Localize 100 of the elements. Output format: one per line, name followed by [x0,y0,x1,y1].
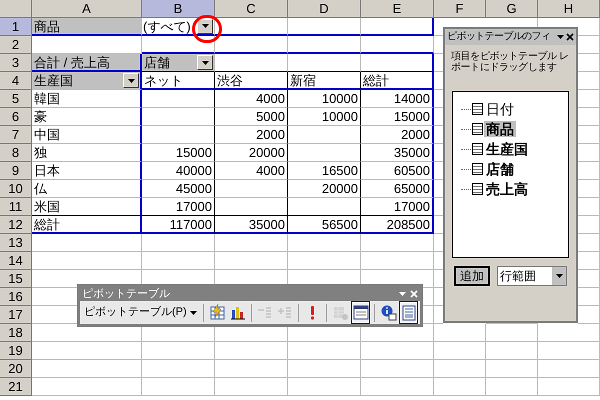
row-header[interactable]: 6 [0,108,32,126]
row-header[interactable]: 12 [0,216,32,234]
table-cell[interactable]: 20000 [215,144,288,162]
table-cell[interactable]: 60500 [361,162,434,180]
table-cell[interactable]: 豪 [32,108,142,126]
table-cell[interactable]: 117000 [142,216,215,234]
table-cell[interactable]: 5000 [215,108,288,126]
empty-cell[interactable] [142,126,215,144]
dropdown-icon[interactable] [552,267,566,285]
table-cell[interactable]: 208500 [361,216,434,234]
row-header[interactable]: 18 [0,324,32,342]
row-header[interactable]: 17 [0,306,32,324]
field-item[interactable]: 日付 [484,101,516,117]
empty-cell[interactable] [142,108,215,126]
field-item[interactable]: 商品 [484,121,516,137]
dropdown-button[interactable] [197,18,213,34]
row-header[interactable]: 16 [0,288,32,306]
add-button[interactable]: 追加 [454,266,490,286]
table-cell[interactable]: 20000 [288,180,361,198]
select-all-button[interactable] [0,0,32,18]
row-header[interactable]: 21 [0,378,32,396]
table-cell[interactable]: 合計 / 売上高 [32,54,142,72]
table-cell[interactable]: 10000 [288,108,361,126]
table-cell[interactable]: 35000 [361,144,434,162]
column-header[interactable]: D [288,0,361,18]
table-cell[interactable]: 韓国 [32,90,142,108]
empty-cell[interactable] [215,180,288,198]
list-window-icon[interactable] [351,301,370,324]
empty-cell[interactable] [361,54,434,72]
area-dropdown[interactable]: 行範囲 [497,266,567,286]
table-cell[interactable]: 4000 [215,162,288,180]
row-header[interactable]: 15 [0,270,32,288]
row-header[interactable]: 14 [0,252,32,270]
table-cell[interactable]: 新宿 [288,72,361,90]
table-cell[interactable]: ネット [142,72,215,90]
table-cell[interactable]: 日本 [32,162,142,180]
caret-icon [190,310,197,314]
table-cell[interactable]: 45000 [142,180,215,198]
table-cell[interactable]: 総計 [32,216,142,234]
empty-cell[interactable] [288,126,361,144]
row-header[interactable]: 8 [0,144,32,162]
table-cell[interactable]: 商品 [32,18,142,36]
row-header[interactable]: 5 [0,90,32,108]
column-header[interactable]: G [486,0,538,18]
column-header[interactable]: B [142,0,215,18]
row-header[interactable]: 2 [0,36,32,54]
table-cell[interactable]: 渋谷 [215,72,288,90]
row-header[interactable]: 4 [0,72,32,90]
table-cell[interactable]: 10000 [288,90,361,108]
document-icon[interactable] [398,301,418,324]
table-cell[interactable]: 4000 [215,90,288,108]
row-header[interactable]: 3 [0,54,32,72]
field-item[interactable]: 生産国 [484,141,530,157]
pivot-menu[interactable]: ピボットテーブル(P) [82,302,199,322]
empty-cell[interactable] [215,198,288,216]
table-cell[interactable]: 16500 [288,162,361,180]
row-header[interactable]: 1 [0,18,32,36]
field-item[interactable]: 店舗 [484,161,516,177]
dropdown-button[interactable] [197,55,213,70]
table-cell[interactable]: 40000 [142,162,215,180]
table-cell[interactable]: 中国 [32,126,142,144]
table-cell[interactable]: 35000 [215,216,288,234]
column-header[interactable]: F [434,0,486,18]
row-header[interactable]: 7 [0,126,32,144]
table-cell[interactable]: 総計 [361,72,434,90]
table-cell[interactable]: 店舗 [142,54,215,72]
table-cell[interactable]: 2000 [361,126,434,144]
row-header[interactable]: 19 [0,342,32,360]
empty-cell[interactable] [142,90,215,108]
table-cell[interactable]: 生産国 [32,72,142,90]
empty-cell[interactable] [288,144,361,162]
table-cell[interactable]: 56500 [288,216,361,234]
column-header[interactable]: H [538,0,600,18]
empty-cell[interactable] [288,198,361,216]
row-header[interactable]: 11 [0,198,32,216]
row-header[interactable]: 10 [0,180,32,198]
column-header[interactable]: A [32,0,142,18]
table-cell[interactable]: 17000 [361,198,434,216]
table-cell[interactable]: 仏 [32,180,142,198]
field-item[interactable]: 売上高 [484,181,530,197]
table-cell[interactable]: 15000 [361,108,434,126]
caret-icon [202,60,208,64]
row-header[interactable]: 20 [0,360,32,378]
empty-cell[interactable] [361,18,434,36]
table-cell[interactable]: 17000 [142,198,215,216]
table-cell[interactable]: 米国 [32,198,142,216]
row-header[interactable]: 9 [0,162,32,180]
table-cell[interactable]: (すべて) [142,18,215,36]
panel-title: ピボットテーブルのフィ [447,32,550,42]
dropdown-icon[interactable] [557,35,564,39]
table-cell[interactable]: 65000 [361,180,434,198]
table-cell[interactable]: 14000 [361,90,434,108]
table-cell[interactable]: 15000 [142,144,215,162]
row-header[interactable]: 13 [0,234,32,252]
column-header[interactable]: C [215,0,288,18]
dropdown-button[interactable] [123,73,139,88]
table-cell[interactable]: 独 [32,144,142,162]
column-header[interactable]: E [361,0,434,18]
table-cell[interactable]: 2000 [215,126,288,144]
close-icon[interactable] [566,33,574,41]
